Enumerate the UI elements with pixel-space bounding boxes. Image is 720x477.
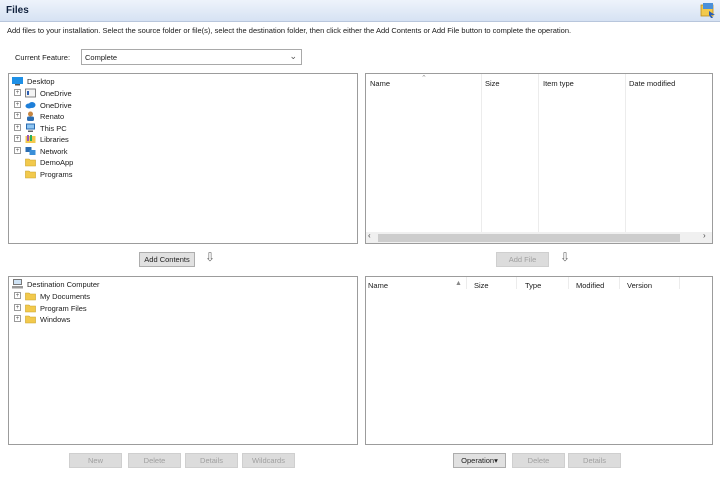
libraries-icon [25,135,36,143]
expand-icon[interactable]: + [14,89,21,96]
delete-button[interactable]: Delete [128,453,181,468]
tree-item-label: Programs [40,169,73,179]
tree-item-label: Network [40,146,68,156]
cloud-icon [25,101,36,108]
column-header-item-type[interactable]: Item type [543,79,574,88]
column-header-name[interactable]: Name [368,281,388,290]
details-button[interactable]: Details [568,453,621,468]
chevron-down-icon: ⌄ [289,51,297,61]
expand-icon[interactable]: + [14,292,21,299]
add-contents-button[interactable]: Add Contents [139,252,195,267]
tree-item-label: OneDrive [40,89,72,98]
operation-label: Operation [461,456,495,465]
tree-item-label: DemoApp [40,158,74,167]
tree-item-label: Program Files [40,303,87,313]
network-icon [25,146,36,155]
column-header-date-modified[interactable]: Date modified [629,79,675,88]
wildcards-button[interactable]: Wildcards [242,453,295,468]
tree-item-label: This PC [40,123,67,133]
column-header-size[interactable]: Size [485,79,500,88]
expand-icon[interactable]: + [14,100,21,108]
expand-icon[interactable]: + [14,112,21,119]
expand-icon[interactable]: + [14,303,21,311]
current-feature-select[interactable]: Complete ⌄ [81,49,302,65]
column-header-name[interactable]: Name [370,79,390,88]
column-header-size[interactable]: Size [474,281,489,290]
expand-icon[interactable]: + [14,123,21,131]
dropdown-arrow-icon: ▾ [494,456,498,465]
expand-icon[interactable]: + [14,146,21,154]
source-folder-tree[interactable]: Desktop + OneDrive + OneDrive + Renato + This P… [8,73,358,244]
installer-icon [700,3,715,18]
tree-item-label: Desktop [27,77,55,86]
computer-icon [26,123,35,132]
tree-item-label: OneDrive [40,100,72,110]
tree-item-label: Renato [40,112,65,121]
current-feature-label: Current Feature: [15,53,71,62]
user-icon [27,111,34,121]
expand-icon[interactable]: + [14,315,21,322]
sort-ascending-icon: ▲ [455,280,462,287]
column-header-type[interactable]: Type [525,281,541,290]
folder-icon [25,170,36,178]
new-button[interactable]: New [69,453,122,468]
destination-file-list[interactable]: Name ▲ Size Type Modified Version [365,276,713,445]
arrow-down-icon: ⇩ [560,250,571,264]
folder-icon [25,292,36,301]
desktop-icon [12,77,23,86]
library-drive-icon [25,88,36,98]
arrow-down-icon: ⇩ [205,250,216,264]
expand-icon[interactable]: + [14,135,21,142]
destination-folder-tree[interactable]: Destination Computer + My Documents + Progr… [8,276,358,445]
current-feature-value: Complete [85,53,118,62]
folder-icon [25,315,36,324]
scroll-right-icon[interactable]: › [703,231,706,240]
folder-icon [25,158,36,167]
folder-icon [25,304,36,312]
computer-icon [12,279,23,289]
tree-item-label: My Documents [40,292,91,301]
instructions-text: Add files to your installation. Select t… [7,26,572,35]
tree-item-label: Destination Computer [27,280,100,289]
scrollbar-thumb[interactable] [378,234,680,242]
column-header-modified[interactable]: Modified [576,281,604,290]
add-file-button[interactable]: Add File [496,252,549,267]
sort-ascending-icon: ⌃ [421,75,427,82]
tree-item-label: Libraries [40,135,69,144]
page-title: Files [6,5,29,16]
page-header [0,0,720,22]
source-file-list[interactable]: Name ⌃ Size Item type Date modified [365,73,713,244]
details-button[interactable]: Details [185,453,238,468]
scroll-left-icon[interactable]: ‹ [368,231,371,240]
operation-button[interactable]: Operation▾ [453,453,506,468]
tree-item-label: Windows [40,315,71,324]
delete-button[interactable]: Delete [512,453,565,468]
column-header-version[interactable]: Version [627,281,652,290]
